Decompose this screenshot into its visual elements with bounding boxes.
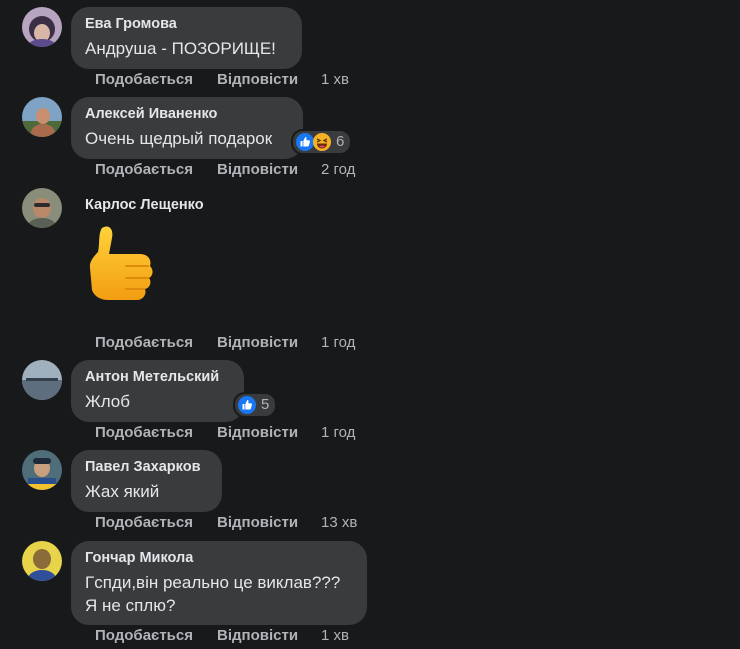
- avatar[interactable]: [22, 450, 62, 490]
- author-name[interactable]: Карлос Лещенко: [85, 196, 204, 215]
- reaction-count: 5: [261, 396, 270, 413]
- like-button[interactable]: Подобається: [95, 333, 217, 353]
- avatar[interactable]: [22, 188, 62, 228]
- like-button[interactable]: Подобається: [95, 513, 217, 533]
- profile-photo-icon: [22, 541, 62, 581]
- reply-button[interactable]: Відповісти: [217, 160, 321, 180]
- comment: Ева Громова Андруша - ПОЗОРИЩЕ! Подобаєт…: [22, 7, 722, 93]
- thumbs-up-sticker-icon[interactable]: [82, 218, 162, 308]
- author-name[interactable]: Антон Метельский: [85, 368, 230, 387]
- comment-bubble: Антон Метельский Жлоб: [71, 360, 244, 422]
- avatar[interactable]: [22, 97, 62, 137]
- comment-text: Жах який: [85, 482, 160, 501]
- comment-actions: Подобається Відповісти 1 год: [95, 333, 355, 353]
- like-button[interactable]: Подобається: [95, 70, 217, 90]
- comment-bubble: Алексей Иваненко Очень щедрый подарок: [71, 97, 303, 159]
- profile-photo-icon: [22, 188, 62, 228]
- profile-photo-icon: [22, 450, 62, 490]
- reaction-count: 6: [336, 133, 345, 150]
- avatar[interactable]: [22, 541, 62, 581]
- like-button[interactable]: Подобається: [95, 423, 217, 443]
- comment-actions: Подобається Відповісти 13 хв: [95, 513, 357, 533]
- comment-bubble: Павел Захарков Жах який: [71, 450, 222, 512]
- author-name[interactable]: Алексей Иваненко: [85, 105, 289, 124]
- reply-button[interactable]: Відповісти: [217, 333, 321, 353]
- comment-actions: Подобається Відповісти 1 год: [95, 423, 355, 443]
- comment-actions: Подобається Відповісти 1 хв: [95, 70, 349, 90]
- reply-button[interactable]: Відповісти: [217, 70, 321, 90]
- comment: Алексей Иваненко Очень щедрый подарок 6 …: [22, 97, 722, 183]
- reactions-summary[interactable]: 5: [233, 392, 278, 418]
- profile-photo-icon: [22, 360, 62, 400]
- reply-button[interactable]: Відповісти: [217, 423, 321, 443]
- profile-photo-icon: [22, 7, 62, 47]
- timestamp[interactable]: 1 хв: [321, 626, 349, 646]
- timestamp[interactable]: 1 хв: [321, 70, 349, 90]
- comment: Антон Метельский Жлоб 5 Подобається Відпо…: [22, 360, 722, 446]
- comment-actions: Подобається Відповісти 1 хв: [95, 626, 349, 646]
- comment-text: Жлоб: [85, 392, 130, 411]
- reply-button[interactable]: Відповісти: [217, 513, 321, 533]
- comment: Павел Захарков Жах який Подобається Відпо…: [22, 450, 722, 536]
- author-name[interactable]: Павел Захарков: [85, 458, 208, 477]
- comment-bubble: Ева Громова Андруша - ПОЗОРИЩЕ!: [71, 7, 302, 69]
- reply-button[interactable]: Відповісти: [217, 626, 321, 646]
- like-reaction-icon: [238, 396, 256, 414]
- author-name[interactable]: Ева Громова: [85, 15, 288, 34]
- timestamp[interactable]: 2 год: [321, 160, 355, 180]
- author-name[interactable]: Гончар Микола: [85, 549, 353, 568]
- comment-text: Очень щедрый подарок: [85, 129, 273, 148]
- comment-actions: Подобається Відповісти 2 год: [95, 160, 355, 180]
- comment-text: Андруша - ПОЗОРИЩЕ!: [85, 39, 276, 58]
- comment-bubble: Гончар Микола Гспди,він реально це викла…: [71, 541, 367, 625]
- avatar[interactable]: [22, 7, 62, 47]
- comment: Карлос Лещенко Подобається Відповісти 1 го…: [22, 188, 722, 358]
- haha-reaction-icon: [313, 133, 331, 151]
- timestamp[interactable]: 1 год: [321, 333, 355, 353]
- like-button[interactable]: Подобається: [95, 626, 217, 646]
- like-button[interactable]: Подобається: [95, 160, 217, 180]
- reactions-summary[interactable]: 6: [291, 129, 353, 155]
- profile-photo-icon: [22, 97, 62, 137]
- avatar[interactable]: [22, 360, 62, 400]
- timestamp[interactable]: 13 хв: [321, 513, 357, 533]
- comment-text: Гспди,він реально це виклав??? Я не сплю…: [85, 573, 341, 615]
- comment: Гончар Микола Гспди,він реально це викла…: [22, 541, 722, 649]
- timestamp[interactable]: 1 год: [321, 423, 355, 443]
